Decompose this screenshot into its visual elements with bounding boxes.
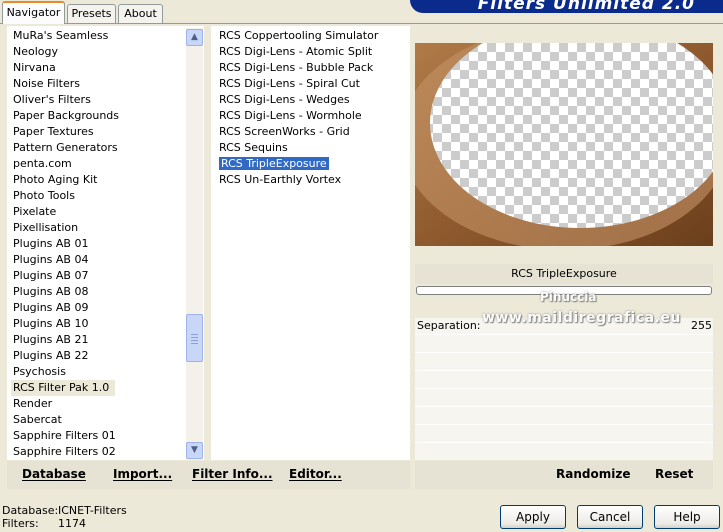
category-item[interactable]: Plugins AB 22 [11,348,186,364]
filter-item[interactable]: RCS Digi-Lens - Spiral Cut [217,76,407,92]
filters-count-label: Filters: [2,517,39,530]
category-item[interactable]: Nirvana [11,60,186,76]
filter-item[interactable]: RCS Un-Earthly Vortex [217,172,407,188]
category-item[interactable]: Photo Tools [11,188,186,204]
filter-item[interactable]: RCS Digi-Lens - Wormhole [217,108,407,124]
filter-item-label: RCS Digi-Lens - Wedges [219,93,350,106]
category-item[interactable]: Plugins AB 07 [11,268,186,284]
separation-value[interactable]: 255 [680,319,712,332]
category-list[interactable]: MuRa's Seamless Neology Nirvana Noise Filte… [11,28,186,460]
filter-item[interactable]: RCS Sequins [217,140,407,156]
category-item[interactable]: Pixelate [11,204,186,220]
category-item[interactable]: Plugins AB 04 [11,252,186,268]
reset-button[interactable]: Reset [655,467,693,481]
category-item[interactable]: Plugins AB 09 [11,300,186,316]
app-banner: Filters Unlimited 2.0 [410,0,723,13]
category-item[interactable]: Neology [11,44,186,60]
filter-item[interactable]: RCS Digi-Lens - Atomic Split [217,44,407,60]
category-item[interactable]: RCS Filter Pak 1.0 [11,380,116,396]
separation-label: Separation: [417,319,481,332]
tab-navigator[interactable]: Navigator [2,1,65,24]
filter-item-label: RCS Un-Earthly Vortex [219,173,342,186]
filter-item-label: RCS TripleExposure [219,157,329,170]
filter-item-label: RCS Digi-Lens - Bubble Pack [219,61,374,74]
filter-item-label: RCS ScreenWorks - Grid [219,125,350,138]
category-item[interactable]: Sapphire Filters 02 [11,444,186,460]
filter-item-label: RCS Digi-Lens - Wormhole [219,109,362,122]
apply-button[interactable]: Apply [500,505,566,529]
randomize-button[interactable]: Randomize [556,467,630,481]
filter-item-label: RCS Digi-Lens - Atomic Split [219,45,373,58]
tab-about[interactable]: About [118,4,163,23]
category-item[interactable]: Sabercat [11,412,186,428]
category-item[interactable]: Photo Aging Kit [11,172,186,188]
banner-title: Filters Unlimited 2.0 [477,0,695,13]
filter-item[interactable]: RCS Digi-Lens - Bubble Pack [217,60,407,76]
cancel-button[interactable]: Cancel [577,505,643,529]
database-button[interactable]: Database [22,467,86,481]
category-item[interactable]: Plugins AB 01 [11,236,186,252]
category-item[interactable]: Pixellisation [11,220,186,236]
filter-info-button[interactable]: Filter Info... [192,467,273,481]
category-item[interactable]: Psychosis [11,364,186,380]
category-item[interactable]: Plugins AB 10 [11,316,186,332]
category-item[interactable]: penta.com [11,156,186,172]
category-item[interactable]: Render [11,396,186,412]
category-item[interactable]: MuRa's Seamless [11,28,186,44]
filter-item-label: RCS Coppertooling Simulator [219,29,379,42]
category-item[interactable]: Plugins AB 08 [11,284,186,300]
category-item[interactable]: Sapphire Filters 01 [11,428,186,444]
scroll-down-arrow-icon[interactable]: ▼ [186,442,203,459]
filter-item-label: RCS Digi-Lens - Spiral Cut [219,77,360,90]
category-item[interactable]: Paper Backgrounds [11,108,186,124]
category-item[interactable]: Pattern Generators [11,140,186,156]
editor-button[interactable]: Editor... [289,467,342,481]
scroll-thumb[interactable] [186,314,203,362]
category-item[interactable]: Plugins AB 21 [11,332,186,348]
filter-list[interactable]: RCS Coppertooling Simulator RCS Digi-Lens… [217,28,407,188]
filter-item[interactable]: RCS Coppertooling Simulator [217,28,407,44]
database-status-value: ICNET-Filters [58,504,127,517]
watermark-name: Pinuccia [540,290,597,304]
category-item[interactable]: Oliver's Filters [11,92,186,108]
database-status-label: Database: [2,504,59,517]
filter-item[interactable]: RCS Digi-Lens - Wedges [217,92,407,108]
filter-item[interactable]: RCS TripleExposure [217,156,407,172]
preview-filter-name: RCS TripleExposure [415,264,713,284]
tab-presets[interactable]: Presets [67,4,116,23]
preview-image [415,43,713,246]
help-button[interactable]: Help [654,505,720,529]
filters-count-value: 1174 [58,517,86,530]
category-item[interactable]: Paper Textures [11,124,186,140]
filter-item[interactable]: RCS ScreenWorks - Grid [217,124,407,140]
category-scrollbar[interactable]: ▲ ▼ [186,28,203,460]
watermark-url: www.maildiregrafica.eu [482,310,681,326]
import-button[interactable]: Import... [113,467,172,481]
filter-item-label: RCS Sequins [219,141,288,154]
scroll-up-arrow-icon[interactable]: ▲ [186,29,203,46]
category-item[interactable]: Noise Filters [11,76,186,92]
